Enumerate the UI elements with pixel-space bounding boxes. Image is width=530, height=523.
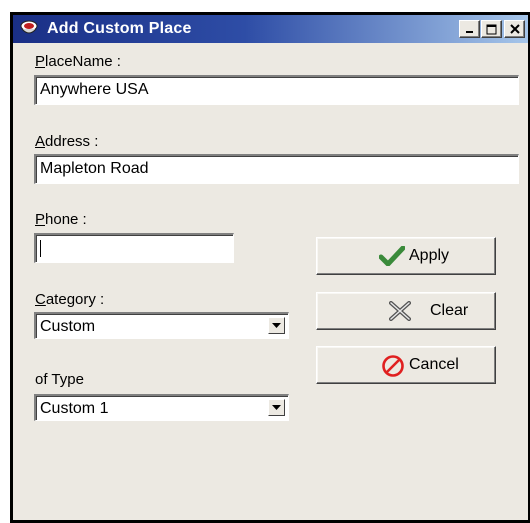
category-label: Category : — [35, 291, 105, 308]
cancel-button-label: Cancel — [409, 356, 459, 373]
phone-label: Phone : — [35, 211, 87, 228]
maximize-button[interactable] — [481, 20, 502, 38]
address-label: Address : — [35, 133, 99, 150]
window-title: Add Custom Place — [47, 20, 192, 37]
type-select[interactable]: Custom 1 — [34, 394, 289, 421]
category-dropdown-button[interactable] — [268, 317, 285, 334]
checkmark-icon — [378, 245, 406, 271]
clear-button-label: Clear — [430, 302, 469, 319]
address-input[interactable]: Mapleton Road — [34, 154, 519, 184]
type-label: of Type — [35, 371, 84, 388]
cancel-button[interactable]: Cancel — [316, 346, 496, 384]
minimize-icon — [465, 31, 473, 33]
placename-input[interactable]: Anywhere USA — [34, 75, 519, 105]
close-button[interactable] — [504, 20, 525, 38]
chevron-down-icon — [272, 404, 281, 410]
add-custom-place-window: Add Custom Place PlaceName : Anywhere US… — [10, 12, 530, 523]
clear-button[interactable]: Clear — [316, 292, 496, 330]
maximize-icon — [486, 24, 497, 34]
type-dropdown-button[interactable] — [268, 399, 285, 416]
x-icon — [389, 301, 411, 326]
text-caret — [40, 240, 41, 257]
phone-input[interactable] — [34, 233, 234, 263]
category-selected-value: Custom — [40, 318, 96, 335]
cancel-icon — [381, 354, 405, 383]
close-icon — [509, 24, 520, 34]
category-select[interactable]: Custom — [34, 312, 289, 339]
app-icon — [19, 20, 39, 38]
title-bar[interactable]: Add Custom Place — [13, 15, 528, 43]
dialog-body: PlaceName : Anywhere USA Address : Maple… — [13, 43, 528, 520]
type-selected-value: Custom 1 — [40, 400, 109, 417]
minimize-button[interactable] — [459, 20, 480, 38]
apply-button[interactable]: Apply — [316, 237, 496, 275]
chevron-down-icon — [272, 322, 281, 328]
apply-button-label: Apply — [409, 247, 450, 264]
placename-label: PlaceName : — [35, 53, 121, 70]
